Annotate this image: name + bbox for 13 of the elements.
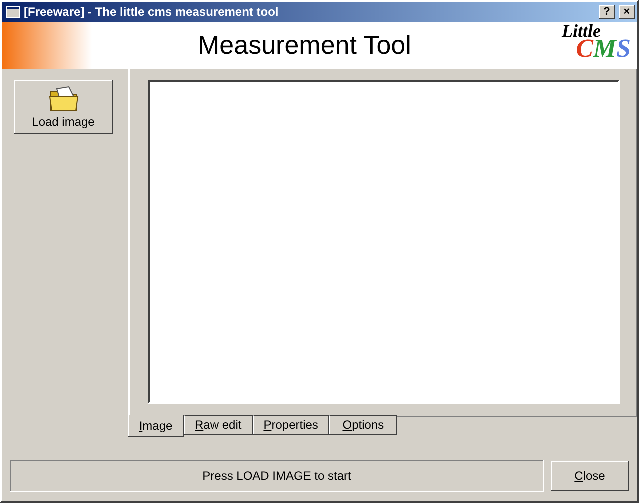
status-message: Press LOAD IMAGE to start xyxy=(10,460,544,492)
tab[interactable]: Raw edit xyxy=(184,415,253,435)
tab[interactable]: Options xyxy=(329,415,398,435)
load-image-button[interactable]: Load image xyxy=(14,80,113,134)
header-title: Measurement Tool xyxy=(198,30,412,61)
help-button[interactable]: ? xyxy=(599,5,615,19)
window-title: [Freeware] - The little cms measurement tool xyxy=(24,5,279,19)
tab[interactable]: Properties xyxy=(252,415,330,435)
close-button[interactable]: × xyxy=(619,5,635,19)
folder-icon xyxy=(48,85,80,113)
tab[interactable]: Image xyxy=(128,415,184,437)
window-icon xyxy=(6,6,20,18)
close-button[interactable]: Close xyxy=(551,461,629,491)
